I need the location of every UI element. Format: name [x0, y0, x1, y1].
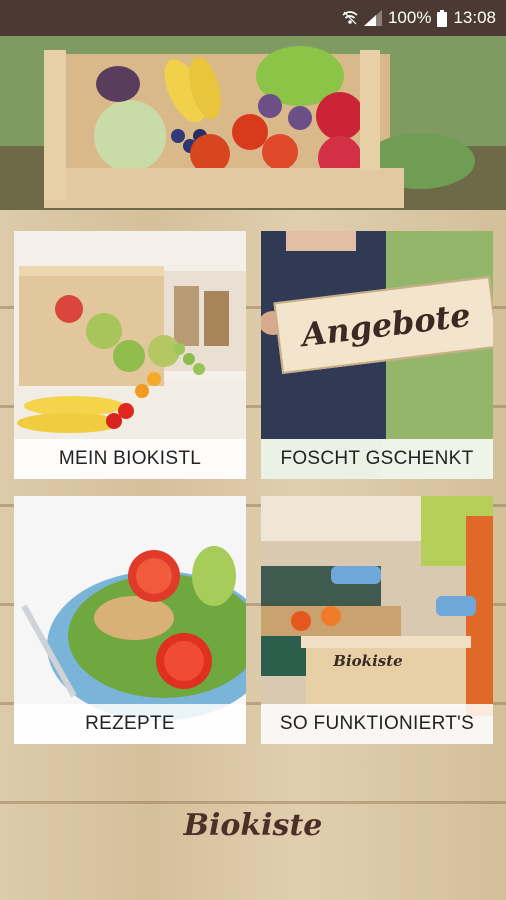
tile-label: REZEPTE [14, 704, 246, 744]
battery-percent: 100% [387, 8, 432, 27]
tile-mein-biokistl[interactable]: MEIN BIOKISTL [14, 231, 246, 479]
clock: 13:08 [453, 8, 496, 27]
tile-foscht-gschenkt[interactable]: Angebote FOSCHT GSCHENKT [261, 231, 493, 479]
tile-rezepte[interactable]: REZEPTE [14, 496, 246, 744]
signal-icon [363, 10, 382, 26]
battery-icon [437, 9, 448, 27]
tile-label: SO FUNKTIONIERT'S [261, 704, 493, 744]
tile-label: FOSCHT GSCHENKT [261, 439, 493, 479]
tile-so-funktionierts[interactable]: Biokiste SO FUNKTIONIERT'S [261, 496, 493, 744]
brand-logo: Biokiste [183, 808, 323, 843]
crate-brand-text: Biokiste [333, 652, 403, 670]
tile-label: MEIN BIOKISTL [14, 439, 246, 479]
status-bar: 100% 13:08 [0, 0, 506, 36]
header-photo [0, 36, 506, 210]
wifi-icon [342, 11, 358, 25]
